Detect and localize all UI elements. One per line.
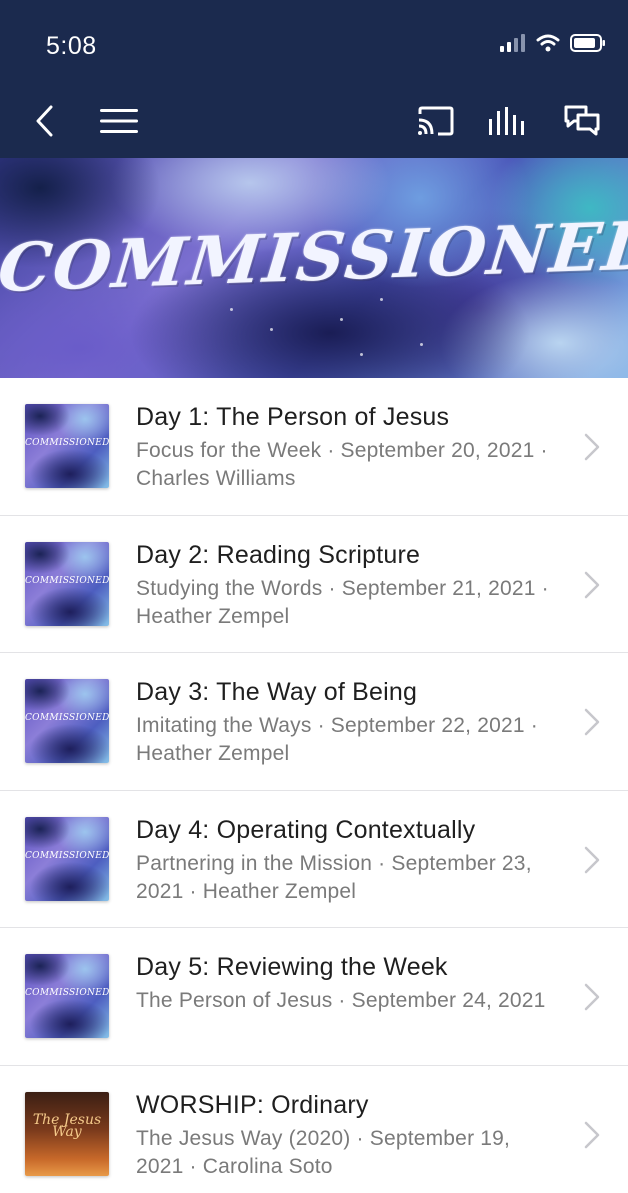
item-subtitle: Studying the Words · September 21, 2021 … bbox=[136, 576, 549, 628]
audio-button[interactable] bbox=[483, 96, 533, 146]
thumbnail: COMMISSIONED bbox=[25, 404, 109, 488]
item-subtitle: Imitating the Ways · September 22, 2021 … bbox=[136, 714, 538, 765]
menu-button[interactable] bbox=[94, 96, 144, 146]
item-title: Day 5: Reviewing the Week bbox=[136, 953, 448, 981]
item-subtitle: Partnering in the Mission · September 23… bbox=[136, 851, 532, 903]
chevron-right-icon bbox=[584, 983, 600, 1011]
chevron-right-icon bbox=[584, 846, 600, 873]
list-item[interactable]: COMMISSIONED Day 4: Operating Contextual… bbox=[0, 791, 628, 928]
cast-button[interactable] bbox=[410, 96, 460, 146]
chat-icon bbox=[564, 105, 600, 136]
back-button[interactable] bbox=[20, 96, 70, 146]
thumbnail: COMMISSIONED bbox=[25, 679, 109, 763]
battery-icon bbox=[570, 34, 605, 52]
chevron-right-icon bbox=[584, 433, 600, 461]
list-item[interactable]: COMMISSIONED Day 2: Reading Scripture St… bbox=[0, 516, 628, 653]
thumbnail: The Jesus Way bbox=[25, 1091, 109, 1176]
audio-bars-icon bbox=[489, 107, 524, 135]
chevron-right-icon bbox=[584, 708, 600, 736]
top-bar: 5:08 bbox=[0, 0, 628, 158]
thumbnail: COMMISSIONED bbox=[25, 816, 109, 901]
item-title: Day 1: The Person of Jesus bbox=[136, 403, 450, 431]
banner-title: COMMISSIONED bbox=[0, 205, 628, 307]
chevron-right-icon bbox=[584, 571, 600, 598]
menu-icon bbox=[100, 109, 138, 133]
signal-icon bbox=[500, 34, 525, 52]
cast-icon bbox=[418, 106, 454, 136]
chevron-right-icon bbox=[584, 1121, 600, 1148]
thumbnail: COMMISSIONED bbox=[25, 954, 109, 1038]
list-item[interactable]: The Jesus Way WORSHIP: Ordinary The Jesu… bbox=[0, 1066, 628, 1193]
item-title: WORSHIP: Ordinary bbox=[136, 1090, 369, 1119]
item-title: Day 4: Operating Contextually bbox=[136, 815, 476, 844]
item-subtitle: Focus for the Week · September 20, 2021 … bbox=[136, 439, 548, 490]
item-title: Day 3: The Way of Being bbox=[136, 678, 418, 706]
status-icons bbox=[500, 34, 606, 52]
list-item[interactable]: COMMISSIONED Day 3: The Way of Being Imi… bbox=[0, 653, 628, 791]
list-item[interactable]: COMMISSIONED Day 1: The Person of Jesus … bbox=[0, 378, 628, 516]
series-banner: COMMISSIONED bbox=[0, 158, 628, 378]
message-list: COMMISSIONED Day 1: The Person of Jesus … bbox=[0, 378, 628, 1193]
wifi-icon bbox=[536, 34, 560, 52]
chat-button[interactable] bbox=[557, 96, 607, 146]
item-title: Day 2: Reading Scripture bbox=[136, 540, 421, 569]
list-item[interactable]: COMMISSIONED Day 5: Reviewing the Week T… bbox=[0, 928, 628, 1066]
item-subtitle: The Jesus Way (2020) · September 19, 202… bbox=[136, 1126, 511, 1178]
status-time: 5:08 bbox=[46, 32, 97, 60]
thumbnail: COMMISSIONED bbox=[25, 541, 109, 626]
nav-bar bbox=[0, 96, 628, 146]
back-icon bbox=[36, 105, 53, 137]
item-subtitle: The Person of Jesus · September 24, 2021 bbox=[136, 989, 546, 1012]
